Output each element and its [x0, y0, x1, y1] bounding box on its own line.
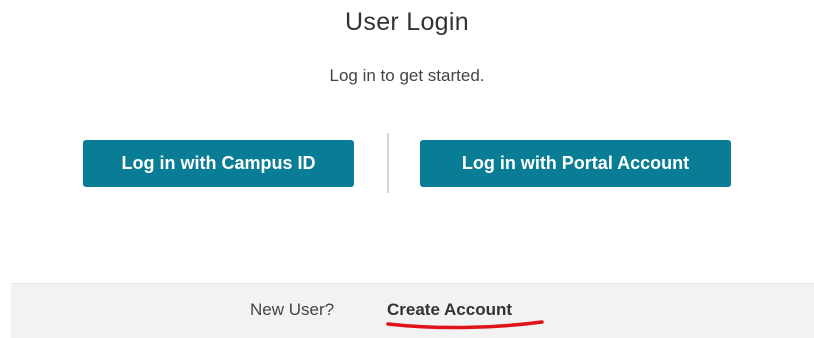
page-subtitle: Log in to get started.: [329, 66, 485, 85]
page-title: User Login: [345, 8, 469, 36]
create-account-link[interactable]: Create Account: [387, 300, 512, 320]
portal-account-login-button[interactable]: Log in with Portal Account: [420, 140, 731, 187]
vertical-divider: [387, 133, 389, 193]
new-user-prompt: New User?: [250, 300, 335, 319]
red-underline-annotation: [386, 320, 544, 330]
login-page: User Login Log in to get started. Log in…: [0, 0, 814, 338]
campus-id-login-button[interactable]: Log in with Campus ID: [83, 140, 354, 187]
